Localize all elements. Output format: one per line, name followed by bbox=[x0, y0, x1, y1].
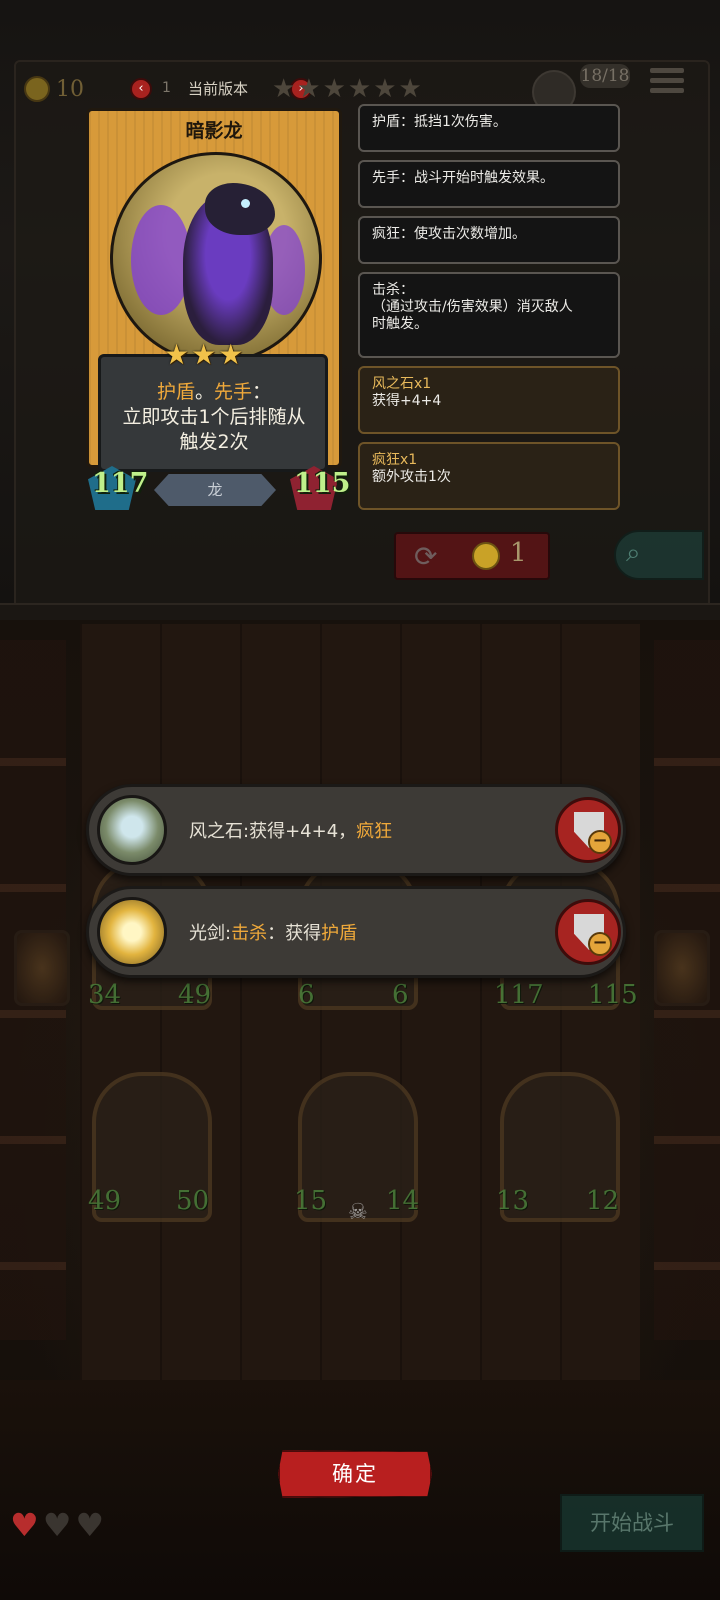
desc-separator: 。 bbox=[194, 381, 214, 403]
hamburger-icon[interactable] bbox=[650, 68, 684, 98]
card-tribe: 龙 bbox=[154, 474, 276, 506]
minion-health: 115 bbox=[588, 980, 638, 1010]
lantern-right bbox=[654, 930, 710, 1006]
buff-text: 额外攻击1次 bbox=[372, 469, 451, 485]
keyword-shield: 护盾 bbox=[321, 923, 358, 944]
dragon-portrait bbox=[110, 152, 322, 364]
tooltip-first-strike: 先手：战斗开始时触发效果。 bbox=[358, 160, 620, 208]
dragon-eye bbox=[241, 199, 250, 208]
buff-text: 获得+4+4 bbox=[372, 393, 442, 409]
minion-health: 50 bbox=[176, 1186, 210, 1216]
version-label: 当前版本 bbox=[188, 80, 249, 98]
card-health: 115 bbox=[294, 468, 351, 499]
buff-frenzy: 疯狂x1 额外攻击1次 bbox=[358, 442, 620, 510]
keyword-frenzy: 疯狂 bbox=[356, 821, 393, 842]
minion-attack: 13 bbox=[496, 1186, 530, 1216]
minion-attack: 34 bbox=[88, 980, 122, 1010]
buff-wind-stone: 风之石x1 获得+4+4 bbox=[358, 366, 620, 434]
version-level: 1 bbox=[162, 80, 171, 96]
desc-line-3: 触发2次 bbox=[179, 431, 249, 453]
equipment-description: 风之石:获得+4+4，疯狂 bbox=[189, 817, 392, 843]
equipment-name: 光剑 bbox=[189, 923, 225, 944]
unit-card: 暗影龙 ★★★ 护盾。先手： 立即攻击1个后排随从 触发2次 117 龙 115 bbox=[86, 108, 350, 510]
coin-icon bbox=[472, 542, 500, 570]
keyword-first-strike: 先手 bbox=[214, 381, 253, 403]
keyword-kill: 击杀 bbox=[231, 923, 268, 944]
version-prev-button[interactable]: ‹ bbox=[130, 78, 152, 100]
heart-icon: ♥ bbox=[10, 1506, 43, 1544]
minion-attack: 6 bbox=[298, 980, 315, 1010]
reroll-cost: 1 bbox=[510, 538, 527, 568]
tooltip-kill: 击杀： （通过攻击/伤害效果）消灭敌人 时触发。 bbox=[358, 272, 620, 358]
tooltip-kill-line3: 时触发。 bbox=[372, 316, 428, 332]
card-name: 暗影龙 bbox=[185, 120, 243, 142]
card-description: 护盾。先手： 立即攻击1个后排随从 触发2次 bbox=[100, 380, 328, 455]
refresh-icon: ⟳ bbox=[414, 540, 438, 573]
minion-health: 12 bbox=[586, 1186, 620, 1216]
card-attack: 117 bbox=[92, 468, 149, 499]
round-counter: 18/18 bbox=[580, 64, 630, 88]
equipment-effect: ：获得 bbox=[267, 923, 322, 944]
minion-attack: 15 bbox=[294, 1186, 328, 1216]
confirm-button[interactable]: 确定 bbox=[278, 1450, 432, 1498]
purple-flame bbox=[131, 205, 191, 315]
wind-stone-icon bbox=[97, 795, 167, 865]
minus-icon: − bbox=[588, 932, 612, 956]
buff-title: 疯狂x1 bbox=[372, 452, 418, 468]
remove-equipment-button[interactable]: − bbox=[555, 797, 621, 863]
lantern-left bbox=[14, 930, 70, 1006]
coin-icon bbox=[24, 76, 50, 102]
tooltip-shield: 护盾：抵挡1次伤害。 bbox=[358, 104, 620, 152]
heart-icon: ♥ bbox=[75, 1506, 109, 1544]
start-battle-button[interactable]: 开始战斗 bbox=[560, 1494, 704, 1552]
equipment-name: 风之石 bbox=[189, 821, 243, 842]
light-sword-icon bbox=[97, 897, 167, 967]
minus-icon: − bbox=[588, 830, 612, 854]
minion-attack: 117 bbox=[494, 980, 544, 1010]
lives-display: ♥♥♥ bbox=[10, 1506, 108, 1544]
equipment-row-light-sword: 光剑:击杀：获得护盾 − bbox=[86, 886, 626, 978]
minion-attack: 49 bbox=[88, 1186, 122, 1216]
desc-line-2: 立即攻击1个后排随从 bbox=[122, 406, 306, 428]
dragon-head bbox=[205, 183, 275, 235]
desc-colon: ： bbox=[252, 381, 272, 403]
card-star-rating: ★★★ bbox=[164, 338, 246, 371]
minion-health: 14 bbox=[386, 1186, 420, 1216]
heart-icon: ♥ bbox=[42, 1506, 76, 1544]
minion-health: 49 bbox=[178, 980, 212, 1010]
tooltip-frenzy: 疯狂：使攻击次数增加。 bbox=[358, 216, 620, 264]
keyword-shield: 护盾 bbox=[156, 381, 195, 403]
tooltip-kill-line2: （通过攻击/伤害效果）消灭敌人 bbox=[372, 299, 573, 315]
buff-title: 风之石x1 bbox=[372, 376, 432, 392]
tooltip-kill-line1: 击杀： bbox=[372, 282, 414, 298]
remove-equipment-button[interactable]: − bbox=[555, 899, 621, 965]
equipment-row-wind-stone: 风之石:获得+4+4，疯狂 − bbox=[86, 784, 626, 876]
version-stars: ★★★★★★ bbox=[272, 74, 424, 104]
gold-value: 10 bbox=[56, 76, 84, 102]
search-icon: ⌕ bbox=[626, 538, 641, 568]
skull-icon: ☠ bbox=[348, 1200, 368, 1225]
gold-counter: 10 bbox=[24, 76, 84, 102]
minion-health: 6 bbox=[392, 980, 409, 1010]
equipment-effect: 获得+4+4， bbox=[249, 821, 357, 842]
equipment-description: 光剑:击杀：获得护盾 bbox=[189, 919, 357, 945]
